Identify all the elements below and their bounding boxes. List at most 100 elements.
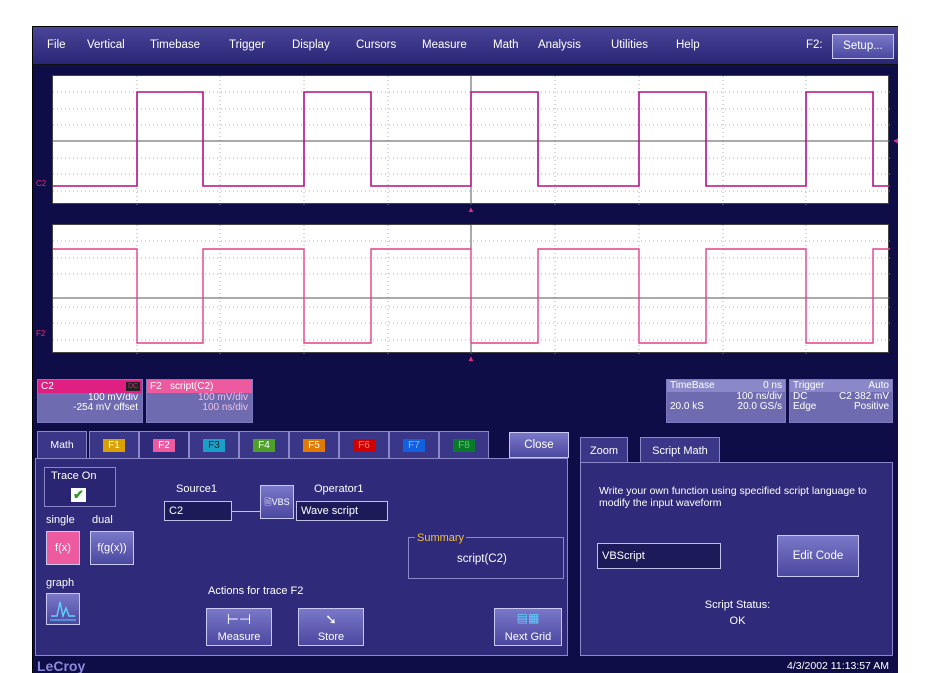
trigger-time-marker: ▲ [467, 205, 475, 214]
trace-on-toggle[interactable]: Trace On ✔ [44, 467, 116, 507]
tab-f5[interactable]: F5 [289, 431, 339, 458]
menu-help[interactable]: Help [676, 39, 700, 51]
c2-name: C2 [41, 381, 54, 392]
source-connector [232, 511, 260, 512]
c2-offset: -254 mV offset [73, 402, 138, 413]
operator1-field[interactable]: Wave script [296, 501, 388, 521]
measure-button[interactable]: ⊢⊣ Measure [206, 608, 272, 646]
timestamp: 4/3/2002 11:13:57 AM [787, 660, 889, 672]
menu-bar: File Vertical Timebase Trigger Display C… [33, 27, 898, 65]
store-label: Store [317, 631, 345, 643]
tab-f4-label: F4 [253, 439, 275, 452]
menu-math[interactable]: Math [493, 39, 519, 51]
script-status-value: OK [729, 615, 746, 627]
setup-button[interactable]: Setup... [832, 34, 894, 59]
c2-coupling-badge: DC [126, 382, 140, 391]
trace-on-checkbox-icon: ✔ [71, 488, 86, 502]
tab-f1-label: F1 [103, 439, 125, 452]
tab-f5-label: F5 [303, 439, 325, 452]
menu-vertical[interactable]: Vertical [87, 39, 125, 51]
summary-panel: Summary script(C2) [408, 532, 564, 579]
tab-f8[interactable]: F8 [439, 431, 489, 458]
single-function-button[interactable]: f(x) [46, 531, 80, 565]
close-button[interactable]: Close [509, 432, 569, 458]
waveform-grid-c2[interactable]: C2 ◀ ▲ [36, 75, 898, 214]
menu-file[interactable]: File [47, 39, 66, 51]
script-status-label: Script Status: [704, 599, 771, 611]
timebase-rate: 20.0 GS/s [737, 401, 782, 412]
tab-f7[interactable]: F7 [389, 431, 439, 458]
next-grid-icon: ▤▦ [516, 611, 540, 625]
actions-label: Actions for trace F2 [208, 585, 304, 597]
f2-name: F2 [150, 381, 162, 392]
menu-trigger[interactable]: Trigger [229, 39, 265, 51]
summary-value: script(C2) [457, 553, 507, 565]
dual-function-button[interactable]: f(g(x)) [90, 531, 134, 565]
script-language-select[interactable]: VBScript [597, 543, 721, 569]
tab-f2[interactable]: F2 [139, 431, 189, 458]
tab-f7-label: F7 [403, 439, 425, 452]
tab-script-math[interactable]: Script Math [640, 437, 720, 463]
trigger-descriptor[interactable]: Trigger Auto DC C2 382 mV Edge Positive [789, 379, 893, 423]
c2-channel-descriptor[interactable]: C2 DC 100 mV/div -254 mV offset [37, 379, 143, 423]
next-grid-button[interactable]: ▤▦ Next Grid [494, 608, 562, 646]
edit-code-button[interactable]: Edit Code [777, 535, 859, 577]
tab-f1[interactable]: F1 [89, 431, 139, 458]
graph-icon [50, 601, 76, 621]
function-label: F2: [806, 39, 823, 51]
c2-trace-marker: C2 [36, 179, 47, 188]
waveform-f2-svg [53, 225, 890, 354]
timebase-descriptor[interactable]: TimeBase 0 ns 100 ns/div 20.0 kS 20.0 GS/s [666, 379, 786, 423]
waveform-c2-svg [53, 76, 890, 205]
f2-setup-panel: Trace On ✔ single dual f(x) f(g(x)) grap… [35, 458, 568, 656]
menu-measure[interactable]: Measure [422, 39, 467, 51]
f2-timescale: 100 ns/div [202, 402, 248, 413]
math-setup-dialog: Math F1 F2 F3 F4 F5 F6 F7 F8 Close Trace… [35, 431, 569, 656]
vbs-label: VBS [271, 497, 290, 507]
menu-cursors[interactable]: Cursors [356, 39, 396, 51]
oscilloscope-screen: File Vertical Timebase Trigger Display C… [32, 26, 898, 673]
script-math-body: Write your own function using specified … [580, 462, 893, 656]
lecroy-logo: LeCroy [37, 658, 86, 673]
trigger-time-marker-2: ▲ [467, 354, 475, 363]
menu-timebase[interactable]: Timebase [150, 39, 200, 51]
menu-analysis[interactable]: Analysis [538, 39, 581, 51]
f2-trace-marker: F2 [36, 329, 46, 338]
source1-field[interactable]: C2 [164, 501, 232, 521]
graph-label: graph [46, 577, 75, 589]
script-math-panel: Zoom Script Math Write your own function… [580, 431, 893, 656]
tab-f2-label: F2 [153, 439, 175, 452]
tab-f4[interactable]: F4 [239, 431, 289, 458]
store-icon: ➘ [325, 611, 337, 627]
f2-function: script(C2) [170, 381, 214, 392]
graph-button[interactable] [46, 593, 80, 625]
timebase-label: TimeBase [670, 380, 715, 391]
script-icon: 🗎 [264, 497, 272, 507]
waveform-grid-f2[interactable]: F2 ▲ [36, 224, 890, 363]
tab-f6-label: F6 [353, 439, 375, 452]
single-label: single [46, 514, 75, 526]
tab-f3-label: F3 [203, 439, 225, 452]
store-button[interactable]: ➘ Store [298, 608, 364, 646]
dual-label: dual [92, 514, 113, 526]
vbs-button[interactable]: 🗎VBS [260, 485, 294, 519]
next-grid-label: Next Grid [504, 631, 552, 643]
tab-math[interactable]: Math [37, 431, 87, 458]
tab-f6[interactable]: F6 [339, 431, 389, 458]
trigger-slope: Positive [853, 401, 889, 412]
source1-label: Source1 [176, 483, 217, 495]
trigger-type: Edge [793, 401, 817, 412]
menu-display[interactable]: Display [292, 39, 330, 51]
f2-trace-descriptor[interactable]: F2 script(C2) 100 mV/div 100 ns/div [146, 379, 253, 423]
tab-f3[interactable]: F3 [189, 431, 239, 458]
operator1-label: Operator1 [314, 483, 364, 495]
trace-on-label: Trace On [51, 470, 97, 482]
trigger-level-marker: ◀ [893, 136, 898, 145]
tab-zoom[interactable]: Zoom [580, 437, 628, 463]
menu-utilities[interactable]: Utilities [611, 39, 648, 51]
timebase-samples: 20.0 kS [670, 401, 704, 412]
script-description: Write your own function using specified … [599, 485, 867, 509]
status-bar: LeCroy 4/3/2002 11:13:57 AM [33, 656, 898, 673]
summary-label: Summary [415, 532, 467, 544]
measure-icon: ⊢⊣ [226, 611, 252, 627]
